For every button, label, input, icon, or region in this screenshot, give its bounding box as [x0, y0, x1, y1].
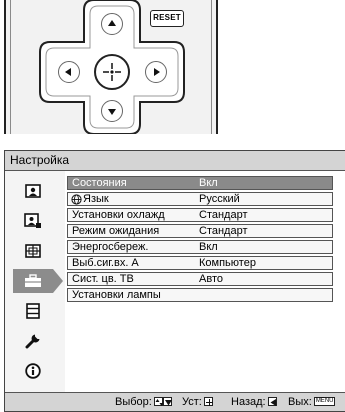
- setting-label: Энергосбереж.: [72, 241, 149, 253]
- menu-key-icon: MENU: [313, 396, 336, 406]
- setting-row-lamp-settings[interactable]: Установки лампы: [67, 288, 333, 302]
- menu-list-icon[interactable]: [13, 299, 53, 323]
- setting-row-cooling[interactable]: Установки охлажд Стандарт: [67, 208, 333, 222]
- reset-button[interactable]: RESET: [150, 10, 184, 27]
- setup-briefcase-icon[interactable]: [13, 269, 63, 293]
- enter-crosshair-icon: [103, 63, 121, 81]
- enter-button[interactable]: [94, 54, 130, 90]
- enter-key-icon: [203, 396, 213, 406]
- globe-icon: [71, 194, 82, 205]
- setting-label: Режим ожидания: [72, 225, 160, 237]
- setting-row-status[interactable]: Состояния Вкл: [67, 176, 333, 190]
- info-icon[interactable]: [13, 359, 53, 383]
- hint-back: Назад:: [231, 393, 277, 411]
- remote-control-illustration: RESET: [4, 0, 218, 134]
- hint-exit: Вых: MENU: [288, 393, 336, 411]
- arrow-left-icon: [65, 68, 71, 76]
- setting-value: Вкл: [199, 241, 218, 253]
- menu-sidebar: [5, 171, 65, 394]
- down-key-icon: [162, 396, 172, 406]
- setting-value: Компьютер: [199, 257, 256, 269]
- arrow-right-icon: [154, 68, 160, 76]
- setting-label: Состояния: [72, 177, 127, 189]
- hint-set-label: Уст:: [182, 396, 202, 408]
- setup-menu-screen: Настройка Состояния Вкл Язык Русский Уст…: [4, 150, 345, 412]
- setting-row-power-saving[interactable]: Энергосбереж. Вкл: [67, 240, 333, 254]
- left-key-icon: [267, 396, 277, 406]
- setting-label: Выб.сиг.вх. A: [72, 257, 139, 269]
- setting-value: Стандарт: [199, 225, 248, 237]
- left-arrow-button[interactable]: [58, 61, 80, 83]
- setting-value: Русский: [199, 193, 240, 205]
- setting-value: Авто: [199, 273, 223, 285]
- hint-exit-label: Вых:: [288, 396, 312, 408]
- setting-label: Установки лампы: [72, 289, 161, 301]
- up-down-key-icon: [153, 396, 164, 406]
- setting-row-standby[interactable]: Режим ожидания Стандарт: [67, 224, 333, 238]
- down-arrow-button[interactable]: [101, 100, 123, 122]
- setting-value: Вкл: [199, 177, 218, 189]
- arrow-up-icon: [108, 20, 116, 26]
- setting-label: Язык: [83, 193, 109, 205]
- wrench-icon[interactable]: [13, 329, 53, 353]
- right-arrow-button[interactable]: [145, 61, 167, 83]
- screen-icon[interactable]: [13, 239, 53, 263]
- picture-icon[interactable]: [13, 179, 53, 203]
- hint-set: Уст:: [182, 393, 213, 411]
- setting-value: Стандарт: [199, 209, 248, 221]
- setting-row-tv-color-system[interactable]: Сист. цв. ТВ Авто: [67, 272, 333, 286]
- hint-select-label: Выбор:: [115, 396, 152, 408]
- hint-back-label: Назад:: [231, 396, 266, 408]
- setting-label: Сист. цв. ТВ: [72, 273, 134, 285]
- up-arrow-button[interactable]: [101, 13, 123, 35]
- setting-row-input-a-signal[interactable]: Выб.сиг.вх. A Компьютер: [67, 256, 333, 270]
- setting-label: Установки охлажд: [72, 209, 165, 221]
- setting-row-language[interactable]: Язык Русский: [67, 192, 333, 206]
- hint-select: Выбор:: [115, 393, 172, 411]
- menu-footer-hints: Выбор: Уст: Назад: Вых: MENU: [5, 392, 345, 411]
- settings-panel: Состояния Вкл Язык Русский Установки охл…: [66, 173, 345, 393]
- menu-title: Настройка: [5, 151, 345, 171]
- arrow-down-icon: [108, 109, 116, 115]
- picture-adjust-icon[interactable]: [13, 209, 53, 233]
